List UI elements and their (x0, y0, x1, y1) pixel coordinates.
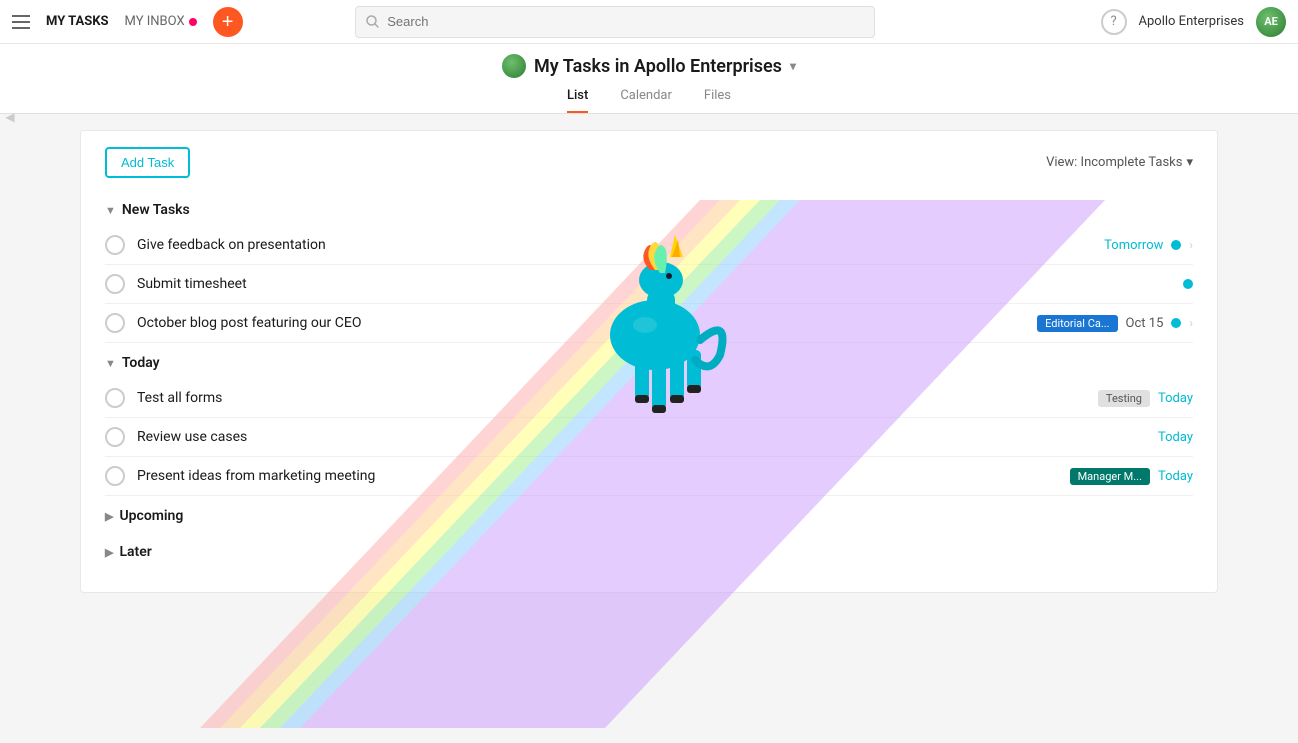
section-new-tasks-header: ▼ New Tasks (105, 190, 1193, 226)
task-row: Present ideas from marketing meeting Man… (105, 457, 1193, 496)
view-label: View: Incomplete Tasks (1046, 155, 1182, 170)
title-avatar (502, 54, 526, 78)
task-row: Review use cases Today (105, 418, 1193, 457)
later-collapse-arrow[interactable]: ▶ (105, 546, 113, 559)
upcoming-collapse-arrow[interactable]: ▶ (105, 510, 113, 523)
task-meta: Editorial Ca... Oct 15 › (1037, 315, 1193, 332)
org-name-label: Apollo Enterprises (1139, 14, 1244, 29)
page-title-text: My Tasks in Apollo Enterprises (534, 56, 782, 77)
task-toolbar: Add Task View: Incomplete Tasks ▾ (105, 131, 1193, 190)
task-dot (1183, 279, 1193, 289)
add-task-button[interactable]: Add Task (105, 147, 190, 178)
task-checkbox[interactable] (105, 427, 125, 447)
view-dropdown[interactable]: View: Incomplete Tasks ▾ (1046, 155, 1193, 170)
search-input[interactable] (387, 14, 864, 29)
today-label: Today (122, 355, 160, 371)
task-checkbox[interactable] (105, 274, 125, 294)
task-row: Test all forms Testing Today (105, 379, 1193, 418)
user-avatar[interactable]: AE (1256, 7, 1286, 37)
task-name: Review use cases (137, 429, 1146, 445)
task-dot (1171, 318, 1181, 328)
view-tabs: List Calendar Files (0, 88, 1298, 113)
task-chevron[interactable]: › (1189, 316, 1193, 330)
avatar-image: AE (1256, 7, 1286, 37)
tab-list[interactable]: List (567, 88, 588, 113)
task-row: Give feedback on presentation Tomorrow › (105, 226, 1193, 265)
task-checkbox[interactable] (105, 235, 125, 255)
task-date: Today (1158, 391, 1193, 406)
later-label: Later (119, 544, 151, 560)
my-inbox-label: MY INBOX (125, 14, 185, 29)
nav-my-inbox[interactable]: MY INBOX (125, 14, 197, 29)
task-date: Today (1158, 469, 1193, 484)
task-panel: Add Task View: Incomplete Tasks ▾ ▼ New … (80, 130, 1218, 593)
new-tasks-collapse-arrow[interactable]: ▼ (105, 204, 116, 217)
new-tasks-label: New Tasks (122, 202, 190, 218)
view-dropdown-arrow: ▾ (1186, 155, 1193, 170)
title-dropdown-arrow[interactable]: ▾ (790, 59, 796, 73)
task-name: Test all forms (137, 390, 1086, 406)
task-meta (1183, 279, 1193, 289)
search-icon (366, 15, 379, 28)
subheader: My Tasks in Apollo Enterprises ▾ List Ca… (0, 44, 1298, 114)
task-name: October blog post featuring our CEO (137, 315, 1025, 331)
nav-left: MY TASKS MY INBOX + (12, 7, 243, 37)
search-bar[interactable] (355, 6, 875, 38)
top-navigation: MY TASKS MY INBOX + ? Apollo Enterprises… (0, 0, 1298, 44)
inbox-notification-dot (189, 18, 197, 26)
task-dot (1171, 240, 1181, 250)
task-meta: Manager M... Today (1070, 468, 1193, 485)
task-name: Present ideas from marketing meeting (137, 468, 1058, 484)
task-name: Give feedback on presentation (137, 237, 1092, 253)
task-name: Submit timesheet (137, 276, 1171, 292)
task-chevron[interactable]: › (1189, 238, 1193, 252)
tab-files[interactable]: Files (704, 88, 731, 113)
testing-tag[interactable]: Testing (1098, 390, 1150, 407)
task-meta: Testing Today (1098, 390, 1193, 407)
task-row: October blog post featuring our CEO Edit… (105, 304, 1193, 343)
sidebar-toggle[interactable]: ◀ (0, 95, 20, 139)
task-date: Today (1158, 430, 1193, 445)
nav-right: ? Apollo Enterprises AE (1101, 7, 1286, 37)
section-today-header: ▼ Today (105, 343, 1193, 379)
hamburger-menu[interactable] (12, 15, 30, 29)
help-button[interactable]: ? (1101, 9, 1127, 35)
task-date: Tomorrow (1104, 238, 1163, 253)
section-upcoming-header: ▶ Upcoming (105, 496, 1193, 532)
task-date: Oct 15 (1126, 316, 1164, 331)
task-checkbox[interactable] (105, 313, 125, 333)
task-meta: Tomorrow › (1104, 238, 1193, 253)
upcoming-label: Upcoming (119, 508, 183, 524)
task-row: Submit timesheet (105, 265, 1193, 304)
tab-calendar[interactable]: Calendar (620, 88, 672, 113)
add-button[interactable]: + (213, 7, 243, 37)
task-checkbox[interactable] (105, 388, 125, 408)
page-title: My Tasks in Apollo Enterprises ▾ (0, 54, 1298, 78)
task-checkbox[interactable] (105, 466, 125, 486)
today-collapse-arrow[interactable]: ▼ (105, 357, 116, 370)
nav-my-tasks[interactable]: MY TASKS (46, 14, 109, 29)
main-content: Add Task View: Incomplete Tasks ▾ ▼ New … (0, 114, 1298, 743)
project-tag[interactable]: Manager M... (1070, 468, 1150, 485)
section-later-header: ▶ Later (105, 532, 1193, 568)
project-tag[interactable]: Editorial Ca... (1037, 315, 1117, 332)
task-meta: Today (1158, 430, 1193, 445)
